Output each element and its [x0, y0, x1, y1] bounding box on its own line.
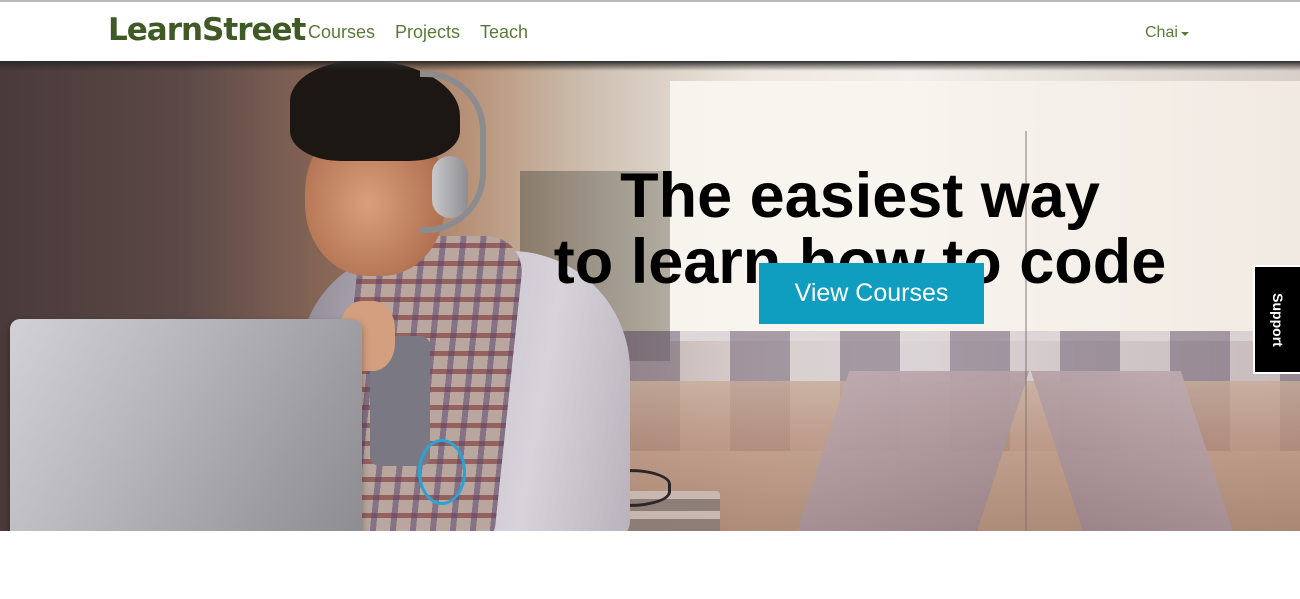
earphone-cable [418, 439, 466, 505]
nav-link-teach[interactable]: Teach [480, 22, 528, 43]
support-tab-label: Support [1269, 292, 1286, 347]
logo-link[interactable]: LearnStreet [108, 12, 306, 48]
support-tab[interactable]: Support [1253, 265, 1300, 374]
top-navbar: LearnStreet Courses Projects Teach Chai [0, 2, 1300, 61]
user-menu-dropdown[interactable]: Chai [1145, 24, 1189, 42]
hero-top-shadow [0, 61, 1300, 71]
hero-banner: The easiest way to learn how to code Vie… [0, 61, 1300, 531]
nav-link-projects[interactable]: Projects [395, 22, 460, 43]
chevron-down-icon [1180, 32, 1189, 36]
nav-link-courses[interactable]: Courses [308, 22, 375, 43]
hero-headline-line-1: The easiest way [620, 161, 1100, 232]
laptop [10, 319, 362, 531]
headphone-cup [432, 156, 468, 218]
view-courses-button[interactable]: View Courses [759, 263, 984, 324]
user-name: Chai [1145, 24, 1178, 41]
